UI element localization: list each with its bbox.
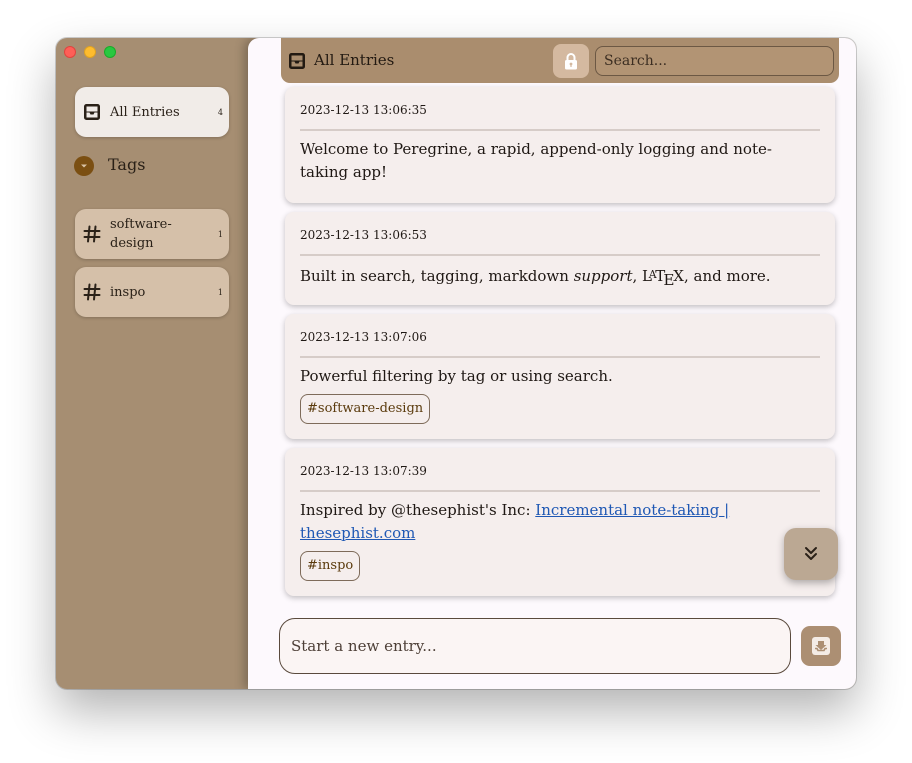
entry-card: 2023-12-13 13:07:06 Powerful filtering b… <box>285 314 835 439</box>
sidebar-item-count: 1 <box>217 287 223 297</box>
entry-divider <box>300 490 820 492</box>
entry-text-emphasis: support <box>573 267 633 286</box>
entry-text-part: Inspired by @thesephist's Inc: <box>300 501 536 519</box>
page-title: All Entries <box>314 51 395 69</box>
sidebar-item-tag-software-design[interactable]: software-design 1 <box>75 209 229 259</box>
hashtag-icon <box>83 225 101 243</box>
entry-timestamp: 2023-12-13 13:06:53 <box>300 228 427 242</box>
new-entry-input[interactable] <box>279 618 791 674</box>
entry-text: Welcome to Peregrine, a rapid, append-on… <box>300 140 772 181</box>
entry-tag-chip[interactable]: #inspo <box>300 551 361 581</box>
entry-card: 2023-12-13 13:06:35 Welcome to Peregrine… <box>285 87 835 203</box>
hashtag-icon <box>83 283 101 301</box>
sidebar-item-all-entries[interactable]: All Entries 4 <box>75 87 229 137</box>
sidebar-item-label: All Entries <box>110 104 180 120</box>
header-bar: All Entries <box>281 38 839 83</box>
entry-text-part: , and more. <box>683 267 771 286</box>
entry-card: 2023-12-13 13:07:39 Inspired by @theseph… <box>285 448 835 596</box>
scroll-to-bottom-button[interactable] <box>784 528 838 580</box>
submit-entry-button[interactable] <box>801 626 841 666</box>
sidebar-item-tag-inspo[interactable]: inspo 1 <box>75 267 229 317</box>
sidebar: All Entries 4 Tags software-design 1 ins… <box>56 38 248 689</box>
sidebar-item-label: software-design <box>110 217 172 251</box>
entry-text: Built in search, tagging, markdown suppo… <box>300 267 771 289</box>
entry-timestamp: 2023-12-13 13:07:06 <box>300 330 427 344</box>
entry-card: 2023-12-13 13:06:53 Built in search, tag… <box>285 212 835 305</box>
entry-divider <box>300 129 820 131</box>
lock-button[interactable] <box>553 44 589 78</box>
tags-section-title: Tags <box>108 155 146 174</box>
latex-logo: LATEX <box>642 267 684 288</box>
entry-timestamp: 2023-12-13 13:06:35 <box>300 103 427 117</box>
inbox-icon <box>84 104 100 120</box>
sidebar-item-label: inspo <box>110 284 146 300</box>
entry-divider <box>300 356 820 358</box>
entry-divider <box>300 254 820 256</box>
lock-icon <box>565 52 577 69</box>
sidebar-item-count: 4 <box>217 107 223 117</box>
double-chevron-down-icon <box>805 547 817 560</box>
latex-letter: X <box>673 267 684 286</box>
main-pane: All Entries 2023-12-13 13:06:35 Welcome … <box>248 38 856 689</box>
chevron-down-icon <box>81 164 87 168</box>
entry-text: Inspired by @thesephist's Inc: Increment… <box>300 499 820 545</box>
tags-collapse-toggle[interactable] <box>74 156 94 176</box>
entry-timestamp: 2023-12-13 13:07:39 <box>300 464 427 478</box>
sidebar-item-count: 1 <box>217 229 223 239</box>
entry-tag-chip[interactable]: #software-design <box>300 394 431 424</box>
inbox-download-icon <box>812 637 830 655</box>
search-input[interactable] <box>595 46 834 76</box>
app-window: All Entries 4 Tags software-design 1 ins… <box>56 38 856 689</box>
entry-text: Powerful filtering by tag or using searc… <box>300 367 613 385</box>
entry-text-part: Built in search, tagging, markdown <box>300 267 574 286</box>
inbox-icon <box>289 53 305 69</box>
